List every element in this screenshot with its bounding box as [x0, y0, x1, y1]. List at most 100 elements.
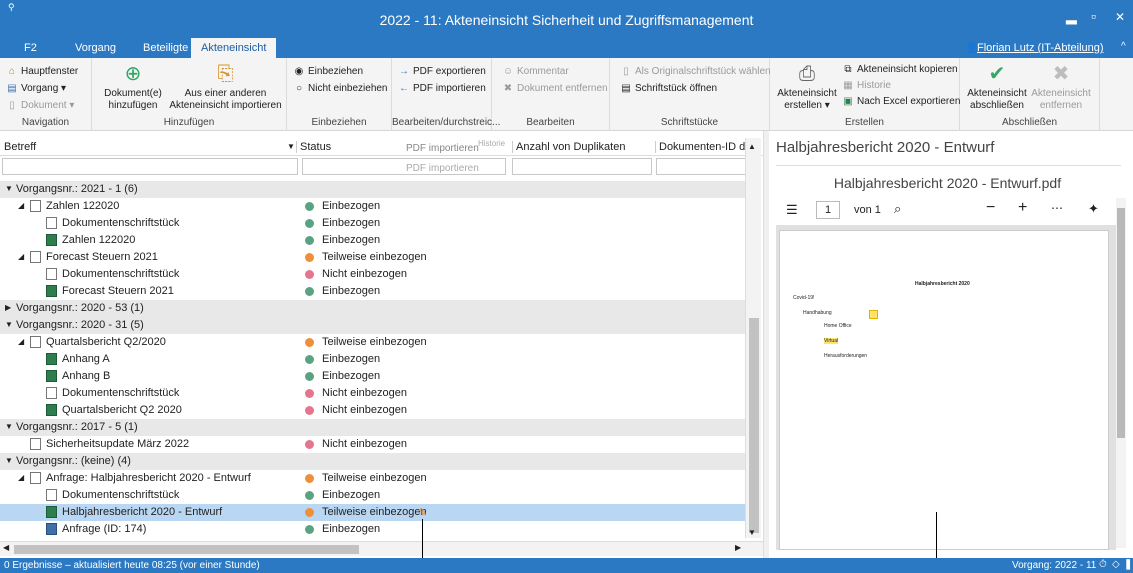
scroll-thumb[interactable] [749, 318, 759, 533]
row-subject: Forecast Steuern 2021 [46, 251, 158, 263]
table-row[interactable]: Anhang B Einbezogen [0, 368, 745, 385]
group-erstellen: ⎙ Akteneinsicht erstellen ▾ ⧉ Akteneinsich… [770, 58, 960, 131]
expand-toggle-icon[interactable]: ▼ [5, 422, 13, 431]
radio-nicht-einbeziehen[interactable]: ○ Nicht einbeziehen [293, 83, 388, 94]
pdf-import-button[interactable]: ← PDF importieren [398, 83, 486, 94]
group-row[interactable]: ▼ Vorgangsnr.: 2020 - 31 (5) [0, 317, 745, 334]
ribbon-tabs: F2 Vorgang Beteiligte Akteneinsicht 👤 Fl… [0, 38, 1133, 58]
status-vorgang[interactable]: Vorgang: 2022 - 11 [1012, 560, 1096, 571]
expand-toggle-icon[interactable]: ◢ [18, 252, 24, 261]
preview-scrollbar[interactable] [1116, 198, 1126, 548]
minimize-button[interactable]: ▂ [1066, 8, 1077, 25]
group-row[interactable]: ▼ Vorgangsnr.: 2021 - 1 (6) [0, 181, 745, 198]
filter-betreff-input[interactable] [2, 158, 298, 175]
history-button[interactable]: ▦ Historie [842, 80, 891, 91]
row-status: Einbezogen [322, 489, 381, 501]
user-link[interactable]: Florian Lutz (IT-Abteilung) [977, 42, 1104, 54]
row-subject: Zahlen 122020 [62, 234, 136, 246]
expand-toggle-icon[interactable]: ▶ [5, 303, 11, 312]
finish-button[interactable]: ✔ Akteneinsicht abschließen [966, 62, 1028, 112]
table-row[interactable]: ◢ Zahlen 122020 Einbezogen [0, 198, 745, 215]
arrow-right-icon: → [399, 66, 409, 77]
table-row[interactable]: Quartalsbericht Q2 2020 Nicht einbezogen [0, 402, 745, 419]
tab-f2[interactable]: F2 [24, 42, 37, 54]
comment-button[interactable]: ☺ Kommentar [502, 66, 569, 77]
group-bearbeiten-durchstreichen: → PDF exportieren ← PDF importieren Bearbe… [392, 58, 500, 131]
tab-vorgang[interactable]: Vorgang [75, 42, 116, 54]
radio-einbeziehen[interactable]: ◉ Einbeziehen [293, 66, 363, 77]
table-row[interactable]: Anfrage (ID: 174) Einbezogen [0, 521, 745, 538]
group-label: Erstellen [845, 117, 884, 128]
copy-button[interactable]: ⧉ Akteneinsicht kopieren [842, 64, 957, 75]
remove-document-button[interactable]: ✖ Dokument entfernen [502, 83, 608, 94]
remove-akteneinsicht-button[interactable]: ✖ Akteneinsicht entfernen [1030, 62, 1092, 112]
maximize-button[interactable]: ▫ [1091, 8, 1096, 24]
dokument-dropdown[interactable]: ▯ Dokument ▾ [6, 100, 74, 111]
filter-icon[interactable]: ▼ [287, 142, 295, 151]
preview-scroll-thumb[interactable] [1117, 208, 1125, 438]
group-row[interactable]: ▼ Vorgangsnr.: (keine) (4) [0, 453, 745, 470]
group-label: Schriftstücke [660, 117, 719, 128]
timer-icon[interactable]: ⏱ [1099, 559, 1107, 570]
group-row[interactable]: ▶ Vorgangsnr.: 2020 - 53 (1) [0, 300, 745, 317]
table-row[interactable]: Anhang A Einbezogen [0, 351, 745, 368]
choose-original-button[interactable]: ▯ Als Originalschriftstück wählen [620, 66, 770, 77]
table-row[interactable]: ◢ Anfrage: Halbjahresbericht 2020 - Entwu… [0, 470, 745, 487]
zoom-in-icon[interactable]: + [1018, 199, 1027, 217]
horizontal-scrollbar[interactable]: ◀ ▶ [0, 541, 763, 556]
close-button[interactable]: ✕ [1115, 10, 1125, 24]
splitter[interactable] [763, 131, 769, 558]
table-row[interactable]: Sicherheitsupdate März 2022 Nicht einbezo… [0, 436, 745, 453]
folder-icon: ▤ [7, 83, 17, 94]
column-betreff[interactable]: Betreff [4, 141, 36, 153]
column-dokumenten-id[interactable]: Dokumenten-ID des [655, 141, 757, 153]
scroll-left-icon[interactable]: ◀ [3, 543, 9, 552]
contents-icon[interactable]: ☰ [786, 202, 798, 218]
table-row[interactable]: Dokumentenschriftstück Nicht einbezogen [0, 385, 745, 402]
table-row[interactable]: Dokumentenschriftstück Einbezogen [0, 215, 745, 232]
scroll-up-icon[interactable]: ▲ [748, 142, 756, 151]
comment-note-icon[interactable] [869, 310, 878, 319]
hscroll-thumb[interactable] [14, 545, 359, 554]
collapse-ribbon-icon[interactable]: ^ [1121, 41, 1126, 52]
table-row[interactable]: Dokumentenschriftstück Nicht einbezogen [0, 266, 745, 283]
vorgang-dropdown[interactable]: ▤ Vorgang ▾ [6, 83, 66, 94]
expand-toggle-icon[interactable]: ◢ [18, 473, 24, 482]
tab-beteiligte[interactable]: Beteiligte [143, 42, 188, 54]
expand-toggle-icon[interactable]: ▼ [5, 184, 13, 193]
table-row[interactable]: ◢ Quartalsbericht Q2/2020 Teilweise einbez… [0, 334, 745, 351]
search-icon[interactable]: ⌕ [894, 201, 901, 217]
pin-icon[interactable]: ✦ [1088, 201, 1099, 217]
hauptfenster-button[interactable]: ⌂ Hauptfenster [6, 66, 78, 77]
create-button[interactable]: ⎙ Akteneinsicht erstellen ▾ [776, 62, 838, 112]
tab-akteneinsicht[interactable]: Akteneinsicht [191, 38, 277, 58]
scroll-down-icon[interactable]: ▼ [748, 528, 756, 537]
table-row[interactable]: Forecast Steuern 2021 Einbezogen [0, 283, 745, 300]
vertical-scrollbar[interactable]: ▲ ▼ [745, 138, 761, 538]
document-icon [30, 336, 41, 348]
expand-toggle-icon[interactable]: ◢ [18, 337, 24, 346]
table-row[interactable]: Dokumentenschriftstück Einbezogen [0, 487, 745, 504]
drag-ghost: PDF importieren Historie PDF importieren [406, 139, 506, 174]
expand-toggle-icon[interactable]: ▼ [5, 456, 13, 465]
group-row[interactable]: ▼ Vorgangsnr.: 2017 - 5 (1) [0, 419, 745, 436]
table-row[interactable]: Halbjahresbericht 2020 - Entwurf Teilweis… [0, 504, 745, 521]
tag-icon[interactable]: ◇ [1112, 559, 1120, 570]
zoom-out-icon[interactable]: − [986, 199, 995, 217]
column-status[interactable]: Status [296, 141, 331, 153]
pause-icon[interactable]: ❚❚ [1124, 559, 1133, 570]
open-document-button[interactable]: ▤ Schriftstück öffnen [620, 83, 717, 94]
table-row[interactable]: ◢ Forecast Steuern 2021 Teilweise einbezog… [0, 249, 745, 266]
table-row[interactable]: Zahlen 122020 Einbezogen [0, 232, 745, 249]
add-document-button[interactable]: ⊕ Dokument(e) hinzufügen [100, 62, 166, 112]
import-from-other-button[interactable]: ⎘ Aus einer anderen Akteneinsicht importi… [168, 62, 283, 112]
filter-id-input[interactable] [656, 158, 746, 175]
expand-toggle-icon[interactable]: ◢ [18, 201, 24, 210]
excel-export-button[interactable]: ▣ Nach Excel exportieren [842, 96, 960, 107]
edit-pencil-icon[interactable]: ✎ [418, 506, 427, 519]
scroll-right-icon[interactable]: ▶ [735, 543, 741, 552]
page-number-input[interactable]: 1 [816, 201, 840, 219]
more-icon[interactable]: ⋯ [1051, 201, 1063, 215]
pdf-export-button[interactable]: → PDF exportieren [398, 66, 486, 77]
expand-toggle-icon[interactable]: ▼ [5, 320, 13, 329]
